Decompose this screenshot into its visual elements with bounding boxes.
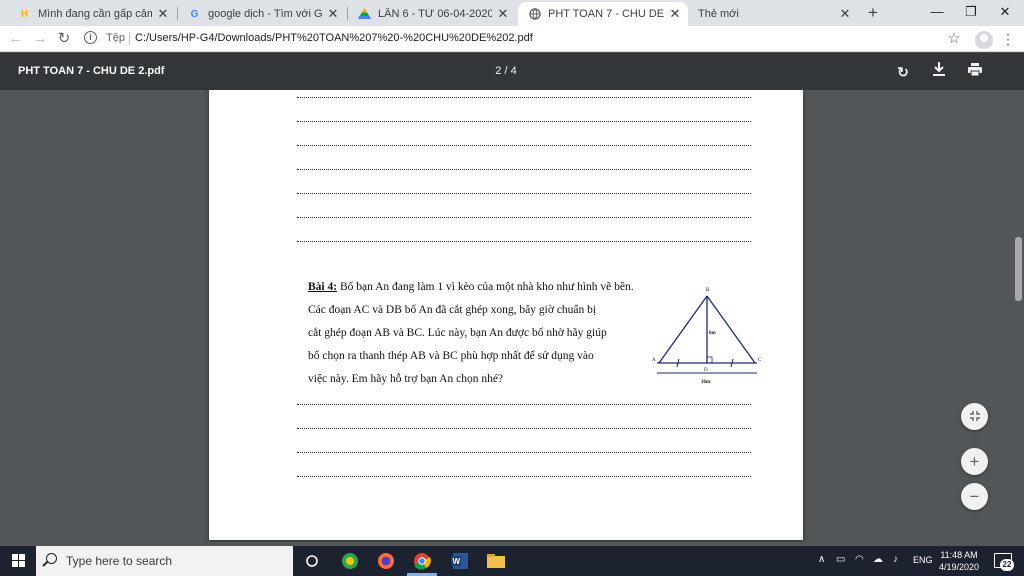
pdf-viewport[interactable]: Bài 4: Bố bạn An đang làm 1 vì kèo của m… bbox=[0, 90, 1024, 542]
exercise-line-3: cắt ghép đoạn AB và BC. Lúc này, bạn An … bbox=[308, 327, 607, 339]
answer-line bbox=[297, 120, 751, 122]
exercise-line-2: Các đoạn AC và DB bố An đã cắt ghép xong… bbox=[308, 304, 597, 316]
browser-toolbar: ← → ↻ i Tệp C:/Users/HP-G4/Downloads/PHT… bbox=[0, 26, 1024, 52]
scrollbar-thumb[interactable] bbox=[1015, 237, 1022, 301]
clock-time: 11:48 AM bbox=[940, 550, 978, 560]
firefox-icon[interactable] bbox=[375, 551, 397, 571]
answer-line bbox=[297, 427, 751, 429]
answer-line bbox=[297, 451, 751, 453]
bookmark-star-icon[interactable]: ☆ bbox=[944, 29, 964, 49]
label-vertex-c: C bbox=[758, 358, 762, 363]
close-tab-icon[interactable]: ✕ bbox=[496, 6, 510, 22]
tab-hoc24[interactable]: H Mình đang cần gấp cảm ơn các ✕ bbox=[8, 2, 176, 26]
show-hidden-icons[interactable]: ∧ bbox=[818, 554, 825, 565]
tab-title: Thẻ mới bbox=[698, 8, 739, 20]
exercise-line-5: việc này. Em hãy hỗ trợ bạn An chọn nhé? bbox=[308, 373, 504, 385]
close-tab-icon[interactable]: ✕ bbox=[668, 6, 682, 22]
scheme-label: Tệp bbox=[106, 32, 125, 44]
fit-to-page-button[interactable] bbox=[961, 403, 988, 430]
print-icon[interactable] bbox=[964, 61, 986, 83]
tab-title: google dịch - Tìm với Google bbox=[208, 8, 322, 20]
exercise-line-4: bố chọn ra thanh thép AB và BC phù hợp n… bbox=[308, 350, 594, 362]
label-vertex-d: D bbox=[704, 368, 708, 373]
notification-badge: 22 bbox=[1000, 559, 1014, 571]
answer-line bbox=[297, 475, 751, 477]
task-view-icon[interactable] bbox=[301, 551, 323, 571]
rotate-icon[interactable]: ↻ bbox=[892, 61, 914, 83]
pdf-page: Bài 4: Bố bạn An đang làm 1 vì kèo của m… bbox=[209, 90, 803, 540]
close-tab-icon[interactable]: ✕ bbox=[326, 6, 340, 22]
answer-line bbox=[297, 192, 751, 194]
taskbar-search-box[interactable]: Type here to search bbox=[36, 546, 293, 576]
tab-google-search[interactable]: G google dịch - Tìm với Google ✕ bbox=[178, 2, 346, 26]
battery-icon[interactable]: ▭ bbox=[836, 554, 845, 565]
coc-coc-icon[interactable] bbox=[339, 551, 361, 571]
omnibox-separator bbox=[129, 32, 130, 45]
windows-taskbar: Type here to search W ∧ ▭ ◠ ☁ ♪ ENG 11:4… bbox=[0, 546, 1024, 576]
close-tab-icon[interactable]: ✕ bbox=[838, 6, 852, 22]
answer-line bbox=[297, 144, 751, 146]
zoom-in-button[interactable]: + bbox=[961, 448, 988, 475]
address-bar[interactable]: i Tệp C:/Users/HP-G4/Downloads/PHT%20TOA… bbox=[80, 29, 968, 49]
exercise-line-1: Bài 4: Bố bạn An đang làm 1 vì kèo của m… bbox=[308, 281, 634, 293]
windows-start-icon[interactable] bbox=[0, 546, 36, 576]
globe-icon bbox=[528, 8, 541, 21]
new-tab-button[interactable]: + bbox=[864, 4, 882, 22]
hoc24-icon: H bbox=[20, 8, 29, 20]
volume-icon[interactable]: ♪ bbox=[893, 554, 898, 565]
system-clock[interactable]: 11:48 AM 4/19/2020 bbox=[930, 549, 988, 573]
network-icon[interactable]: ◠ bbox=[855, 554, 864, 565]
maximize-button[interactable]: ❐ bbox=[954, 0, 988, 26]
tab-pdf-active[interactable]: PHT TOAN 7 - CHU DE 2.pdf ✕ bbox=[518, 2, 688, 26]
pdf-toolbar: PHT TOAN 7 - CHU DE 2.pdf 2 / 4 ↻ bbox=[0, 53, 1024, 90]
search-icon bbox=[46, 553, 57, 564]
file-explorer-icon[interactable] bbox=[485, 551, 507, 571]
back-button[interactable]: ← bbox=[6, 29, 26, 49]
search-placeholder: Type here to search bbox=[66, 554, 173, 568]
label-base: 16m bbox=[701, 380, 711, 385]
label-vertex-b: B bbox=[706, 288, 710, 293]
drive-icon bbox=[358, 8, 371, 21]
profile-avatar[interactable] bbox=[975, 31, 993, 49]
forward-button[interactable]: → bbox=[30, 29, 50, 49]
answer-line bbox=[297, 168, 751, 170]
page-indicator: 2 / 4 bbox=[495, 65, 517, 77]
label-vertex-a: A bbox=[652, 358, 656, 363]
info-icon[interactable]: i bbox=[84, 31, 97, 44]
url-text[interactable]: C:/Users/HP-G4/Downloads/PHT%20TOAN%207%… bbox=[135, 32, 533, 44]
close-window-button[interactable]: ✕ bbox=[988, 0, 1022, 26]
minimize-button[interactable]: — bbox=[920, 0, 954, 26]
tab-strip: H Mình đang cần gấp cảm ơn các ✕ G googl… bbox=[0, 0, 1024, 26]
onedrive-icon[interactable]: ☁ bbox=[873, 554, 883, 565]
browser-menu-icon[interactable]: ⋮ bbox=[1000, 29, 1016, 49]
word-icon[interactable]: W bbox=[449, 551, 471, 571]
close-tab-icon[interactable]: ✕ bbox=[156, 6, 170, 22]
tab-title: Mình đang cần gấp cảm ơn các bbox=[38, 8, 152, 20]
label-height: 6m bbox=[709, 331, 717, 336]
exercise-title: Bài 4: bbox=[308, 281, 338, 293]
google-icon: G bbox=[190, 8, 199, 20]
clock-date: 4/19/2020 bbox=[938, 562, 980, 572]
svg-text:W: W bbox=[453, 557, 461, 566]
zoom-out-button[interactable]: − bbox=[961, 483, 988, 510]
chrome-icon[interactable] bbox=[411, 551, 433, 571]
pdf-file-title: PHT TOAN 7 - CHU DE 2.pdf bbox=[18, 65, 165, 77]
vertical-scrollbar[interactable] bbox=[1013, 90, 1024, 542]
tab-title: LẦN 6 - TỪ 06-04-2020 ĐẾN 1 bbox=[378, 8, 492, 20]
exercise-text: Bố bạn An đang làm 1 vì kèo của một nhà … bbox=[337, 281, 634, 293]
tab-drive[interactable]: LẦN 6 - TỪ 06-04-2020 ĐẾN 1 ✕ bbox=[348, 2, 516, 26]
download-icon[interactable] bbox=[928, 61, 950, 83]
roof-truss-diagram: B A C D 6m 16m bbox=[652, 288, 762, 385]
answer-line bbox=[297, 240, 751, 242]
reload-button[interactable]: ↻ bbox=[54, 29, 74, 49]
tab-new-tab[interactable]: Thẻ mới ✕ bbox=[688, 2, 858, 26]
tab-title: PHT TOAN 7 - CHU DE 2.pdf bbox=[548, 8, 664, 20]
answer-line bbox=[297, 96, 751, 98]
answer-line bbox=[297, 403, 751, 405]
answer-line bbox=[297, 216, 751, 218]
